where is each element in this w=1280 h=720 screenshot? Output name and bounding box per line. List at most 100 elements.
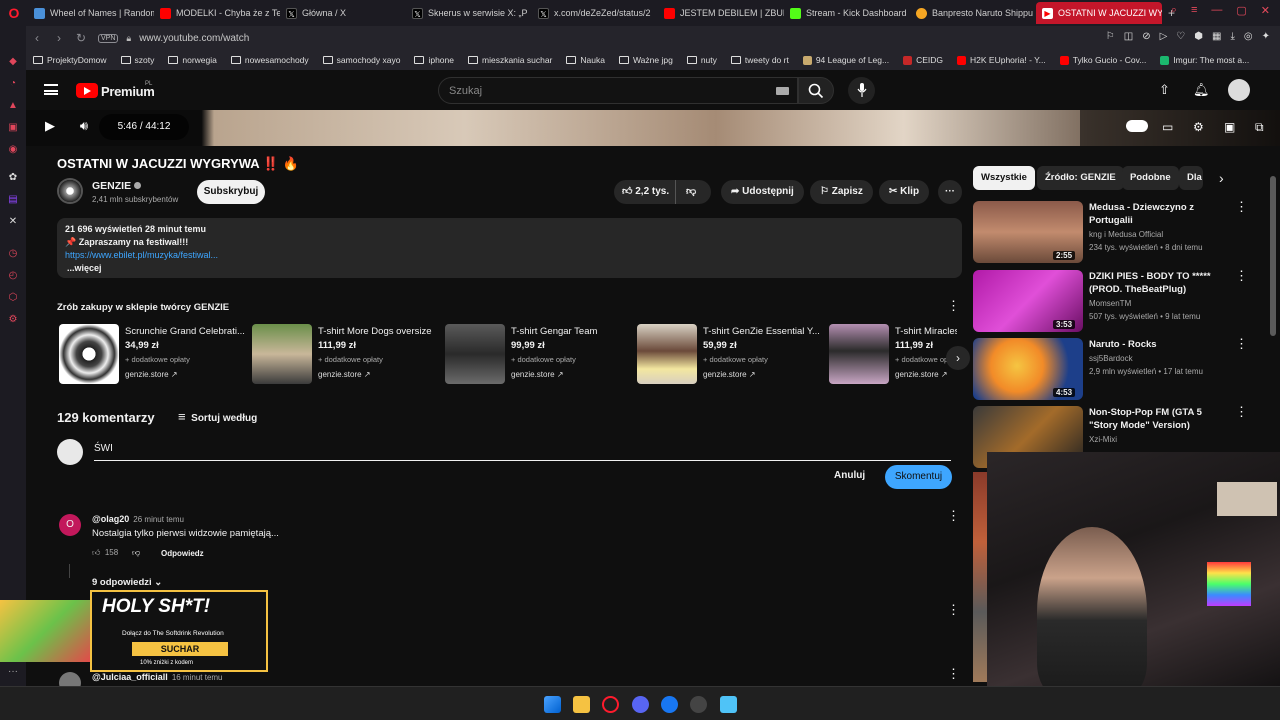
- comment-dislike-button[interactable]: 👎︎: [132, 548, 140, 558]
- sidebar-history-icon[interactable]: ◔: [7, 78, 19, 90]
- clip-button[interactable]: ✂ Klip: [879, 180, 930, 204]
- url-field[interactable]: www.youtube.com/watch: [139, 33, 249, 44]
- browser-tab[interactable]: 𝕏x.com/deZeZed/status/2: [532, 2, 658, 24]
- autoplay-toggle[interactable]: [1126, 120, 1148, 132]
- recommended-video[interactable]: 2:55 Medusa - Dziewczyno z Portugalii kn…: [973, 200, 1253, 263]
- screenshot-icon[interactable]: ◫: [1124, 31, 1133, 42]
- upload-icon[interactable]: ⇧: [1159, 82, 1170, 98]
- comment-author[interactable]: @Julciaa_officiall 16 minut temu: [92, 672, 223, 682]
- recommended-video[interactable]: 4:53 Naruto - Rocks ssj5Bardock 2,9 mln …: [973, 337, 1253, 400]
- browser-tab[interactable]: MODELKI - Chyba że z Te: [154, 2, 280, 24]
- bookmark-folder[interactable]: ProjektyDomow: [26, 55, 114, 65]
- bookmark-folder[interactable]: iphone: [407, 55, 461, 65]
- video-player[interactable]: ▶ 🔊︎ 5:46 / 44:12 ▭ ⚙ ▣ ⧉ ⤢: [26, 110, 1280, 146]
- opera-icon[interactable]: [602, 696, 619, 713]
- start-icon[interactable]: [544, 696, 561, 713]
- miniplayer-icon[interactable]: ▣: [1224, 120, 1235, 134]
- settings-icon[interactable]: ⚙: [1193, 120, 1204, 134]
- product-store[interactable]: genzie.store ↗: [125, 370, 178, 379]
- description-link[interactable]: https://www.ebilet.pl/muzyka/festiwal...: [65, 250, 218, 260]
- maximize-icon[interactable]: ▢: [1236, 4, 1246, 17]
- video-menu-icon[interactable]: ⋮: [1235, 405, 1248, 418]
- sidebar-settings-icon[interactable]: ⚙: [7, 314, 19, 326]
- sidebar-player-icon[interactable]: ▣: [7, 122, 19, 134]
- easy-setup-icon[interactable]: ▦: [1212, 31, 1221, 42]
- comment-menu-icon[interactable]: ⋮: [947, 509, 960, 522]
- user-avatar[interactable]: [1228, 79, 1250, 101]
- shop-product[interactable]: T-shirt GenZie Essential Y... 59,99 zł +…: [635, 324, 825, 386]
- bookmark-folder[interactable]: samochody xayo: [316, 55, 408, 65]
- volume-icon[interactable]: 🔊︎: [74, 118, 94, 138]
- chip-for-you[interactable]: Dla: [1179, 166, 1203, 190]
- minimize-icon[interactable]: —: [1211, 4, 1222, 17]
- bookmark-folder[interactable]: norwegia: [161, 55, 224, 65]
- browser-tab[interactable]: 𝕏 Skнerus w serwisie X: „P: [406, 2, 532, 24]
- bookmark-site[interactable]: 94 League of Leg...: [796, 55, 896, 65]
- bookmark-folder[interactable]: szoty: [114, 55, 162, 65]
- sidebar-aria-icon[interactable]: ◆: [7, 56, 19, 68]
- play-icon[interactable]: ▶: [40, 118, 60, 138]
- video-menu-icon[interactable]: ⋮: [1235, 337, 1248, 350]
- keyboard-icon[interactable]: [776, 87, 789, 95]
- comment-avatar[interactable]: O: [59, 514, 81, 536]
- comment-input[interactable]: ŚWI: [94, 441, 951, 461]
- chip-similar[interactable]: Podobne: [1122, 166, 1179, 190]
- search-button[interactable]: [798, 77, 834, 104]
- bookmark-folder[interactable]: Nauka: [559, 55, 612, 65]
- share-button[interactable]: ➦ Udostępnij: [721, 180, 804, 204]
- shop-product[interactable]: Scrunchie Grand Celebrati... 34,99 zł + …: [57, 324, 247, 386]
- notifications-bell-icon[interactable]: 🔔︎: [1193, 82, 1210, 98]
- bookmark-folder[interactable]: mieszkania suchar: [461, 55, 559, 65]
- menu-icon[interactable]: ≡: [1191, 4, 1197, 17]
- discord-icon[interactable]: [632, 696, 649, 713]
- submit-comment-button[interactable]: Skomentuj: [885, 465, 952, 489]
- file-explorer-icon[interactable]: [573, 696, 590, 713]
- browser-tab[interactable]: Stream - Kick Dashboard: [784, 2, 910, 24]
- bookmark-site[interactable]: CEIDG: [896, 55, 950, 65]
- bookmark-folder[interactable]: tweety do rt: [724, 55, 796, 65]
- sidebar-messenger-icon[interactable]: ◉: [7, 144, 19, 156]
- sidebar-twitch-icon[interactable]: ▤: [7, 194, 19, 206]
- comment-like-button[interactable]: 👍︎ 158: [92, 548, 118, 558]
- product-store[interactable]: genzie.store ↗: [511, 370, 564, 379]
- comment-author[interactable]: @olag20 26 minut temu: [92, 514, 184, 524]
- like-button[interactable]: 👍︎ 2,2 tys.: [622, 180, 669, 204]
- save-button[interactable]: ⚐ Zapisz: [810, 180, 873, 204]
- browser-tab[interactable]: Banpresto Naruto Shippu: [910, 2, 1036, 24]
- youtube-logo-icon[interactable]: [76, 83, 98, 98]
- sort-button[interactable]: ≡ Sortuj według: [178, 409, 257, 424]
- bookmark-site[interactable]: H2K EUphoria! - Y...: [950, 55, 1053, 65]
- sidebar-x-icon[interactable]: ✕: [7, 216, 19, 228]
- replies-toggle[interactable]: 9 odpowiedzi ⌄: [92, 577, 162, 588]
- product-store[interactable]: genzie.store ↗: [703, 370, 756, 379]
- sidebar-chatgpt-icon[interactable]: ✿: [7, 172, 19, 184]
- shop-product[interactable]: T-shirt More Dogs oversize 111,99 zł + d…: [250, 324, 440, 386]
- shop-product[interactable]: T-shirt Gengar Team 99,99 zł + dodatkowe…: [443, 324, 633, 386]
- extensions-icon[interactable]: ⬢: [1194, 31, 1203, 42]
- comment-menu-icon[interactable]: ⋮: [947, 667, 960, 680]
- chips-next-icon[interactable]: ›: [1219, 170, 1224, 186]
- opera-menu-icon[interactable]: O: [0, 0, 28, 26]
- adblock-icon[interactable]: ⊘: [1142, 31, 1150, 42]
- profile-icon[interactable]: ◎: [1244, 31, 1253, 42]
- product-store[interactable]: genzie.store ↗: [895, 370, 948, 379]
- browser-tab-active[interactable]: ▶ OSTATNI W JACUZZI WYG: [1036, 2, 1162, 24]
- cancel-button[interactable]: Anuluj: [834, 470, 865, 481]
- cast-icon[interactable]: ⧉: [1255, 120, 1264, 135]
- sidebar-clock-icon[interactable]: ◷: [7, 248, 19, 260]
- facebook-icon[interactable]: [661, 696, 678, 713]
- search-input[interactable]: Szukaj: [438, 77, 798, 104]
- bookmark-folder[interactable]: Ważne jpg: [612, 55, 680, 65]
- bookmark-folder[interactable]: nuty: [680, 55, 724, 65]
- dislike-button[interactable]: 👎︎: [686, 180, 696, 204]
- recommended-video[interactable]: 3:53 DZIKI PIES - BODY TO ***** (PROD. T…: [973, 269, 1253, 332]
- hamburger-menu-icon[interactable]: [44, 84, 58, 95]
- subtitles-icon[interactable]: ▭: [1162, 120, 1173, 134]
- shop-menu-icon[interactable]: ⋮: [947, 299, 960, 312]
- reply-button[interactable]: Odpowiedz: [161, 549, 204, 558]
- bookmark-icon[interactable]: ⚐: [1106, 31, 1115, 42]
- bookmark-site[interactable]: Imgur: The most a...: [1153, 55, 1256, 65]
- sidebar-bag-icon[interactable]: ▲: [7, 100, 19, 112]
- shop-product[interactable]: T-shirt Miracles 111,99 zł + dodatkowe o…: [827, 324, 957, 386]
- description-box[interactable]: 21 696 wyświetleń 28 minut temu 📌 Zapras…: [57, 218, 962, 278]
